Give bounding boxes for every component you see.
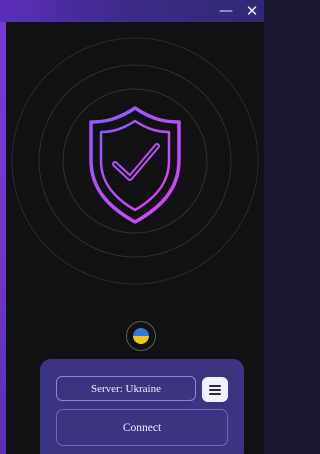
outer-ring xyxy=(11,37,259,285)
radar-rings xyxy=(11,37,259,285)
inner-ring xyxy=(62,88,208,234)
title-bar[interactable]: — ✕ xyxy=(0,0,264,22)
main-content: Server: Ukraine Connect xyxy=(6,22,264,454)
ukraine-flag-icon xyxy=(133,328,149,344)
vpn-app-window: — ✕ Server: Ukraine Connect xyxy=(0,0,264,454)
country-flag-button[interactable] xyxy=(126,321,156,351)
minimize-button[interactable]: — xyxy=(216,1,236,21)
connect-button[interactable]: Connect xyxy=(56,409,228,446)
middle-ring xyxy=(38,64,232,258)
server-select[interactable]: Server: Ukraine xyxy=(56,376,196,401)
hamburger-menu-icon xyxy=(209,384,221,395)
close-button[interactable]: ✕ xyxy=(242,1,262,21)
server-menu-button[interactable] xyxy=(202,377,228,402)
shield-check-icon xyxy=(89,106,181,224)
connection-panel: Server: Ukraine Connect xyxy=(40,359,244,454)
